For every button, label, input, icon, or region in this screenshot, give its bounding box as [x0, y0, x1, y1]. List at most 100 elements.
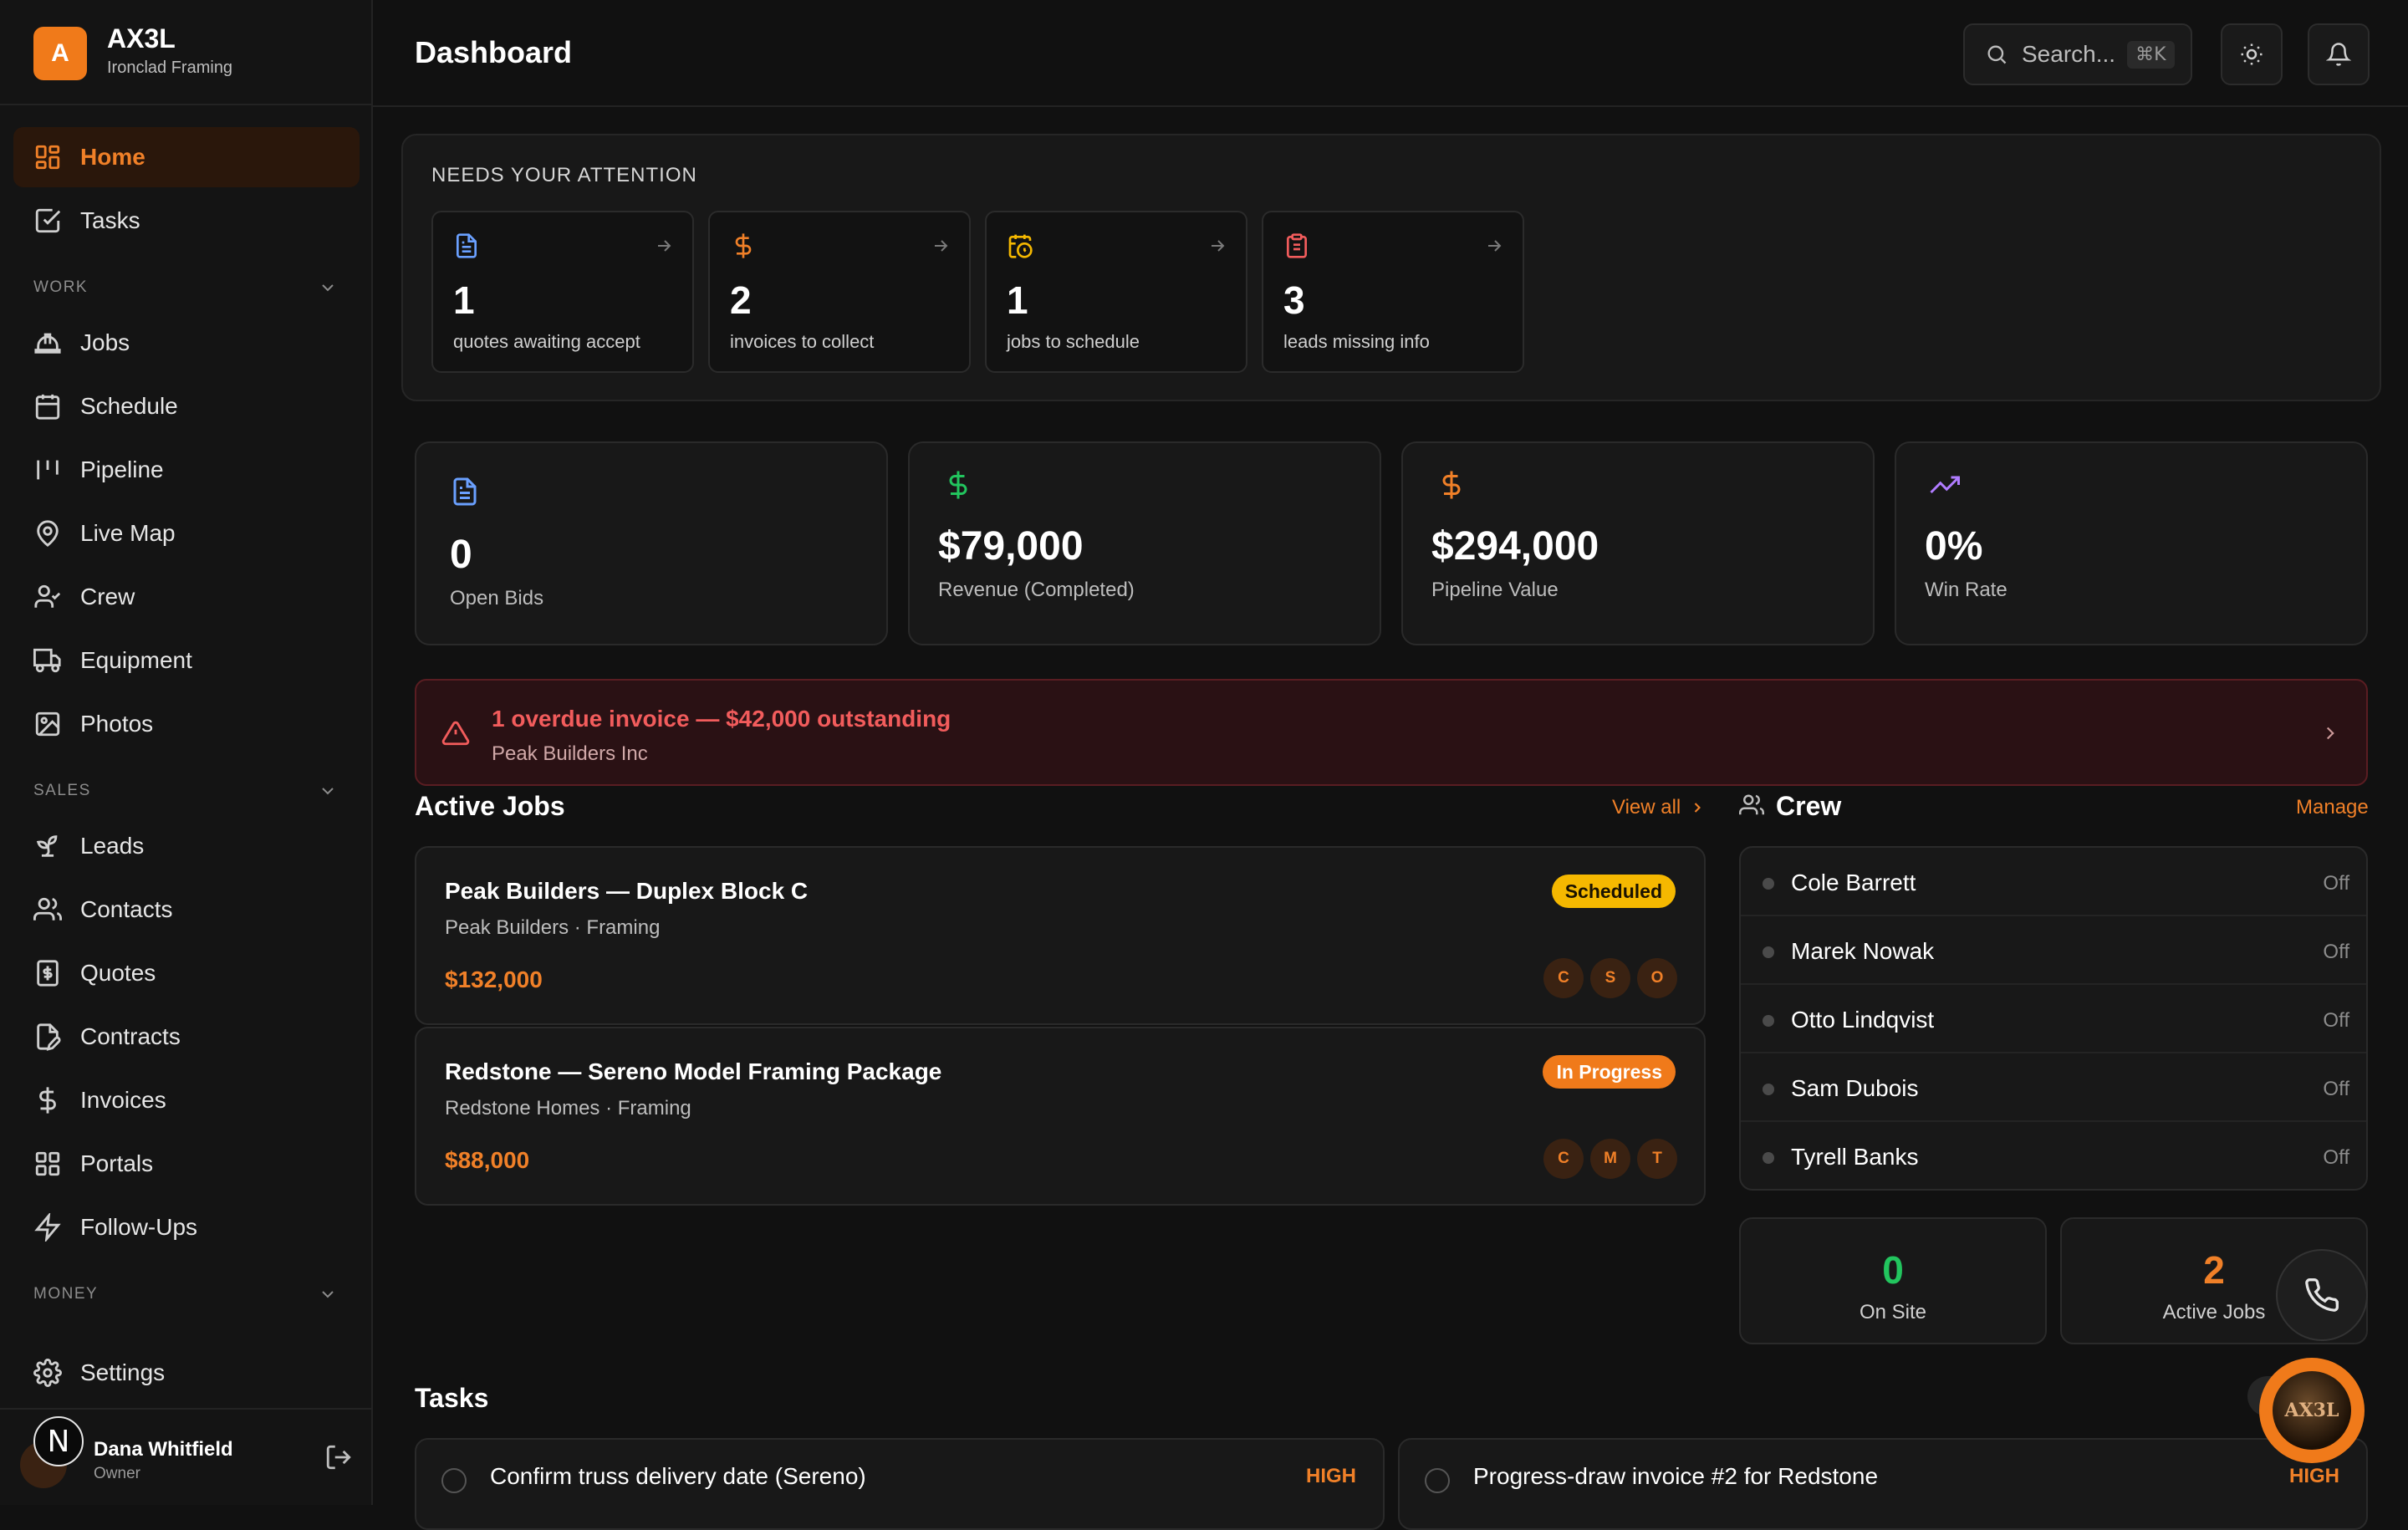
- brand-logo[interactable]: A: [33, 27, 87, 80]
- alert-subtitle: Peak Builders Inc: [492, 742, 648, 765]
- sidebar-item-label: Photos: [80, 711, 154, 737]
- receipt-dollar-icon: [33, 959, 62, 987]
- group-label: SALES: [33, 782, 91, 799]
- search-input[interactable]: Search... ⌘K: [1963, 23, 2192, 85]
- sidebar-item-jobs[interactable]: Jobs: [13, 313, 360, 373]
- on-site-stat: 0 On Site: [1739, 1217, 2047, 1344]
- sidebar-item-pipeline[interactable]: Pipeline: [13, 440, 360, 500]
- sidebar-item-leads[interactable]: Leads: [13, 816, 360, 876]
- sidebar-group-sales[interactable]: SALES: [33, 781, 338, 801]
- task-checkbox[interactable]: [1425, 1468, 1450, 1493]
- user-name: Dana Whitfield: [94, 1438, 233, 1461]
- logout-icon[interactable]: [324, 1443, 353, 1471]
- sidebar-item-label: Schedule: [80, 393, 178, 419]
- theme-toggle-button[interactable]: [2221, 23, 2283, 85]
- crew-name: Tyrell Banks: [1791, 1144, 1919, 1170]
- assistant-button[interactable]: AX3L: [2259, 1358, 2365, 1463]
- sidebar-item-label: Follow-Ups: [80, 1214, 198, 1240]
- sidebar-item-tasks[interactable]: Tasks: [13, 191, 360, 251]
- list-item[interactable]: Sam Dubois Off: [1741, 1053, 2366, 1122]
- search-shortcut: ⌘K: [2127, 40, 2175, 69]
- stat-open-bids[interactable]: 0 Open Bids: [415, 441, 888, 645]
- dev-tools-badge[interactable]: N: [33, 1416, 84, 1466]
- crew-status: Off: [2323, 1146, 2349, 1169]
- sidebar-item-schedule[interactable]: Schedule: [13, 376, 360, 436]
- job-subtitle: Peak Builders · Framing: [445, 916, 661, 939]
- priority-badge: HIGH: [1306, 1465, 1356, 1487]
- sidebar-item-live-map[interactable]: Live Map: [13, 503, 360, 564]
- group-label: MONEY: [33, 1285, 99, 1303]
- job-card[interactable]: Redstone — Sereno Model Framing Package …: [415, 1027, 1706, 1206]
- stat-value: 0%: [1925, 524, 1983, 569]
- sidebar-item-contacts[interactable]: Contacts: [13, 880, 360, 940]
- sidebar-item-quotes[interactable]: Quotes: [13, 943, 360, 1003]
- map-pin-icon: [33, 519, 62, 548]
- crew-title: Crew: [1776, 791, 1842, 821]
- arrow-right-icon: [654, 236, 674, 256]
- zap-icon: [33, 1213, 62, 1242]
- sidebar-item-invoices[interactable]: Invoices: [13, 1070, 360, 1130]
- sidebar-item-portals[interactable]: Portals: [13, 1134, 360, 1194]
- stat-pipeline-value[interactable]: $294,000 Pipeline Value: [1401, 441, 1875, 645]
- calendar-icon: [33, 392, 62, 421]
- brand-header: A AX3L Ironclad Framing: [0, 0, 373, 105]
- crew-name: Sam Dubois: [1791, 1075, 1919, 1101]
- stat-value: $79,000: [938, 524, 1084, 569]
- user-check-icon: [33, 583, 62, 611]
- sidebar-item-photos[interactable]: Photos: [13, 694, 360, 754]
- chevron-right-icon: [1689, 799, 1706, 816]
- sidebar-group-work[interactable]: WORK: [33, 278, 338, 298]
- list-item[interactable]: Cole Barrett Off: [1741, 848, 2366, 916]
- sidebar-item-label: Tasks: [80, 207, 140, 233]
- dollar-icon: [943, 470, 973, 500]
- view-all-jobs-link[interactable]: View all: [1612, 796, 1706, 819]
- clipboard-icon: [1283, 232, 1310, 259]
- stat-label: On Site: [1859, 1301, 1927, 1323]
- list-item[interactable]: Marek Nowak Off: [1741, 916, 2366, 985]
- task-checkbox[interactable]: [441, 1468, 467, 1493]
- truck-icon: [33, 646, 62, 675]
- overdue-invoice-alert[interactable]: 1 overdue invoice — $42,000 outstanding …: [415, 679, 2368, 786]
- avatar: T: [1637, 1139, 1677, 1179]
- attention-card-quotes[interactable]: 1 quotes awaiting accept: [431, 211, 694, 373]
- job-card[interactable]: Peak Builders — Duplex Block C Peak Buil…: [415, 846, 1706, 1025]
- list-item[interactable]: Tyrell Banks Off: [1741, 1122, 2366, 1189]
- avatar: O: [1637, 958, 1677, 998]
- sidebar-item-follow-ups[interactable]: Follow-Ups: [13, 1197, 360, 1257]
- stat-win-rate[interactable]: 0% Win Rate: [1895, 441, 2368, 645]
- job-title: Peak Builders — Duplex Block C: [445, 878, 809, 904]
- manage-crew-link[interactable]: Manage: [2296, 796, 2369, 819]
- stat-revenue[interactable]: $79,000 Revenue (Completed): [908, 441, 1381, 645]
- calendar-clock-icon: [1007, 232, 1033, 259]
- task-item[interactable]: Progress-draw invoice #2 for Redstone HI…: [1398, 1438, 2368, 1530]
- status-badge: Scheduled: [1551, 875, 1676, 908]
- list-item[interactable]: Otto Lindqvist Off: [1741, 985, 2366, 1053]
- attention-card-leads[interactable]: 3 leads missing info: [1262, 211, 1524, 373]
- sidebar-item-label: Home: [80, 144, 145, 170]
- sidebar-group-money[interactable]: MONEY: [33, 1284, 338, 1304]
- attention-label: jobs to schedule: [1007, 331, 1140, 352]
- sidebar-item-settings[interactable]: Settings: [13, 1343, 360, 1403]
- task-item[interactable]: Confirm truss delivery date (Sereno) HIG…: [415, 1438, 1385, 1530]
- attention-card-invoices[interactable]: 2 invoices to collect: [708, 211, 971, 373]
- sidebar-item-equipment[interactable]: Equipment: [13, 630, 360, 691]
- bell-icon: [2326, 42, 2351, 67]
- group-label: WORK: [33, 278, 89, 296]
- crew-status: Off: [2323, 872, 2349, 895]
- avatar: C: [1543, 958, 1584, 998]
- sun-icon: [2239, 42, 2264, 67]
- notifications-button[interactable]: [2308, 23, 2370, 85]
- sidebar-item-contracts[interactable]: Contracts: [13, 1007, 360, 1067]
- attention-card-jobs[interactable]: 1 jobs to schedule: [985, 211, 1247, 373]
- sidebar-item-home[interactable]: Home: [13, 127, 360, 187]
- crew-avatars: C S O: [1537, 958, 1677, 998]
- attention-label: quotes awaiting accept: [453, 331, 640, 352]
- assistant-avatar: AX3L: [2273, 1371, 2351, 1450]
- status-dot: [1763, 1084, 1774, 1095]
- call-button[interactable]: [2276, 1249, 2368, 1341]
- crew-name: Otto Lindqvist: [1791, 1007, 1935, 1033]
- job-title: Redstone — Sereno Model Framing Package: [445, 1058, 942, 1084]
- brand-name: AX3L: [107, 23, 176, 54]
- stat-value: 0: [450, 533, 472, 577]
- sidebar-item-crew[interactable]: Crew: [13, 567, 360, 627]
